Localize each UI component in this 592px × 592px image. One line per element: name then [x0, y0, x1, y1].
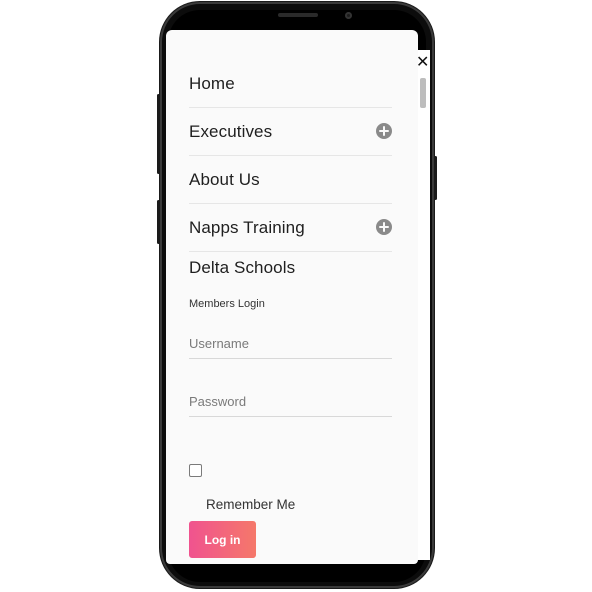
- side-button: [157, 200, 160, 244]
- plus-circle-icon[interactable]: [376, 123, 392, 139]
- scrollbar-thumb[interactable]: [420, 78, 426, 108]
- members-login-heading: Members Login: [189, 298, 265, 310]
- remember-me-checkbox[interactable]: [189, 464, 202, 477]
- password-field[interactable]: [189, 386, 392, 417]
- menu-item-label: About Us: [189, 169, 260, 189]
- power-button: [434, 156, 437, 200]
- menu-item-napps-training[interactable]: Napps Training: [189, 204, 392, 252]
- close-icon[interactable]: ✕: [416, 54, 429, 70]
- menu-item-label: Delta Schools: [189, 258, 296, 277]
- mobile-menu-panel: Home Executives About Us Napps Training …: [166, 30, 418, 564]
- speaker-grille: [278, 13, 318, 17]
- front-camera: [345, 12, 352, 19]
- login-button[interactable]: Log in: [189, 521, 256, 558]
- username-field[interactable]: [189, 328, 392, 359]
- menu-item-label: Executives: [189, 121, 273, 141]
- menu-item-delta-schools[interactable]: Delta Schools: [189, 252, 392, 284]
- menu-item-label: Home: [189, 73, 235, 93]
- menu-item-label: Napps Training: [189, 217, 305, 237]
- plus-circle-icon[interactable]: [376, 219, 392, 235]
- scrollbar-track[interactable]: [418, 50, 430, 560]
- remember-me-label: Remember Me: [206, 497, 296, 512]
- nav-menu: Home Executives About Us Napps Training …: [189, 60, 392, 284]
- volume-button: [157, 94, 160, 174]
- menu-item-executives[interactable]: Executives: [189, 108, 392, 156]
- menu-item-home[interactable]: Home: [189, 60, 392, 108]
- mockup-stage: Home Executives About Us Napps Training …: [0, 0, 592, 592]
- menu-item-about-us[interactable]: About Us: [189, 156, 392, 204]
